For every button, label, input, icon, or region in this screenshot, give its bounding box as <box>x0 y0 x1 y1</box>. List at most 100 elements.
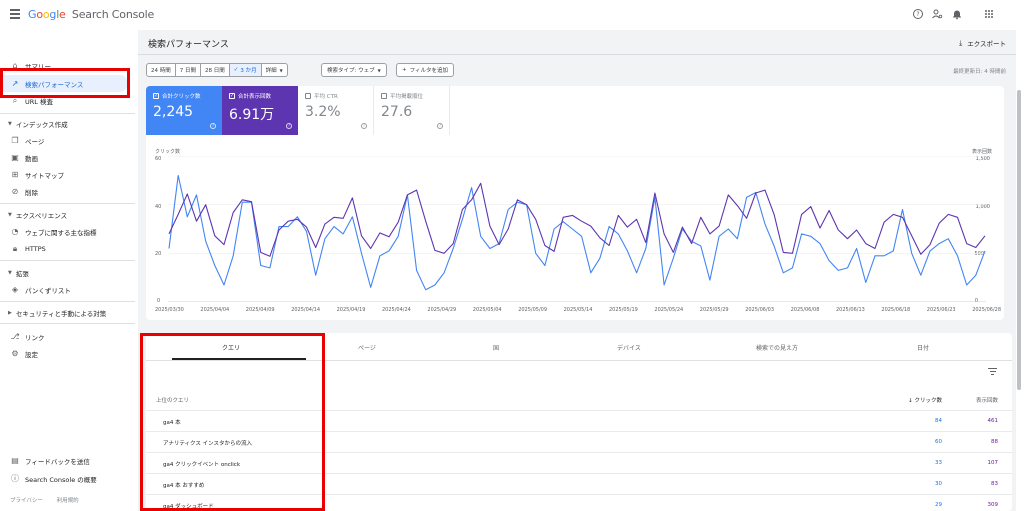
metric-total-impressions[interactable]: ✓ 合計表示回数 6.91万 ? <box>222 86 298 135</box>
sidebar-item-removals[interactable]: ⊘ 削除 <box>0 183 135 200</box>
x-tick-label: 2025/05/19 <box>609 307 638 313</box>
section-indexing[interactable]: ▼ インデックス作成 <box>0 119 68 129</box>
clicks-series-line[interactable] <box>168 174 986 291</box>
section-title: 拡張 <box>15 270 29 278</box>
account-settings-icon[interactable] <box>931 8 943 20</box>
date-range-custom[interactable]: 詳細 ▼ <box>261 63 288 77</box>
row-clicks: 84 <box>935 418 942 424</box>
sidebar-item-links[interactable]: ⎇ リンク <box>0 328 135 345</box>
section-title: インデックス作成 <box>15 121 68 129</box>
privacy-link[interactable]: プライバシー <box>10 498 43 504</box>
sidebar-item-label: Search Console の概要 <box>25 475 97 484</box>
video-icon: ▣ <box>11 153 19 162</box>
sidebar-item-video[interactable]: ▣ 動画 <box>0 149 135 166</box>
sidebar-item-label: 削除 <box>25 188 38 197</box>
divider <box>0 323 135 324</box>
sidebar-item-pages[interactable]: ❐ ページ <box>0 132 135 149</box>
metric-value: 3.2% <box>305 104 341 120</box>
x-tick-label: 2025/06/18 <box>881 307 911 313</box>
divider <box>0 301 135 302</box>
page-scrollbar[interactable] <box>1017 90 1021 390</box>
checkbox-checked-icon: ✓ <box>153 93 159 99</box>
sidebar-item-about[interactable]: ⓘ Search Console の概要 <box>0 470 135 487</box>
apps-grid-icon[interactable] <box>983 8 995 20</box>
metric-total-clicks[interactable]: ✓ 合計クリック数 2,245 ? <box>146 86 222 135</box>
metric-average-position[interactable]: 平均掲載順位 27.6 ? <box>374 86 450 135</box>
x-tick-label: 2025/05/09 <box>518 307 548 313</box>
logo-product: Search Console <box>71 8 155 21</box>
feedback-icon: ▤ <box>11 456 19 465</box>
date-range-24h[interactable]: 24 時間 <box>146 63 176 77</box>
tab-page[interactable]: ページ <box>358 343 376 352</box>
left-tick: 20 <box>155 251 162 257</box>
notifications-icon[interactable] <box>951 8 963 20</box>
sidebar-item-feedback[interactable]: ▤ フィードバックを送信 <box>0 452 135 469</box>
sidebar-item-breadcrumbs[interactable]: ◈ パンくずリスト <box>0 281 135 298</box>
performance-chart-card: ✓ 合計クリック数 2,245 ? ✓ 合計表示回数 6.91万 ? 平均 CTR … <box>146 86 1004 320</box>
plus-icon: + <box>402 67 407 73</box>
menu-icon[interactable] <box>10 9 20 19</box>
x-tick-label: 2025/03/30 <box>155 307 184 313</box>
performance-line-chart[interactable] <box>168 156 986 302</box>
sidebar-item-sitemaps[interactable]: ⊞ サイトマップ <box>0 166 135 183</box>
column-header-impressions[interactable]: 表示回数 <box>976 396 998 404</box>
filter-rows-icon[interactable] <box>988 368 997 375</box>
x-tick-label: 2025/04/14 <box>291 307 321 313</box>
section-enhancements[interactable]: ▼ 拡張 <box>0 268 29 278</box>
download-icon: ⤓ <box>959 38 963 47</box>
section-experience[interactable]: ▼ エクスペリエンス <box>0 210 67 220</box>
row-clicks: 29 <box>935 502 942 508</box>
section-security[interactable]: ▶ セキュリティと手動による対策 <box>0 308 106 318</box>
help-icon[interactable]: ? <box>437 123 443 129</box>
sidebar-item-settings[interactable]: ⚙ 設定 <box>0 345 135 362</box>
x-tick-label: 2025/06/13 <box>836 307 865 313</box>
x-tick-label: 2025/06/08 <box>790 307 820 313</box>
search-type-label: 検索タイプ: ウェブ <box>327 68 375 74</box>
tab-device[interactable]: デバイス <box>617 343 641 352</box>
help-icon[interactable]: ? <box>361 123 367 129</box>
date-range-3m[interactable]: ✓ 3 か月 <box>229 63 262 77</box>
date-range-7d[interactable]: 7 日間 <box>175 63 201 77</box>
tab-search-appearance[interactable]: 検索での見え方 <box>756 343 798 352</box>
impressions-series-line[interactable] <box>168 182 986 257</box>
collapse-triangle-icon: ▼ <box>8 212 12 218</box>
sidebar-item-label: パンくずリスト <box>25 286 71 295</box>
column-header-clicks[interactable]: ↓ クリック数 <box>908 396 942 404</box>
sitemap-icon: ⊞ <box>11 170 19 179</box>
metric-label: 平均掲載順位 <box>390 94 424 100</box>
app-logo[interactable]: Google Search Console <box>28 8 154 21</box>
tab-country[interactable]: 国 <box>493 343 499 352</box>
svg-text:?: ? <box>916 11 919 18</box>
help-icon[interactable]: ? <box>286 123 292 129</box>
search-type-filter[interactable]: 検索タイプ: ウェブ ▼ <box>321 63 387 77</box>
sidebar-item-label: ウェブに関する主な指標 <box>25 228 97 237</box>
section-title: セキュリティと手動による対策 <box>15 310 107 318</box>
layers-icon: ◈ <box>11 285 19 294</box>
export-button[interactable]: ⤓ エクスポート <box>959 38 1006 49</box>
legal-links: プライバシー 利用規約 <box>10 496 91 504</box>
help-icon[interactable]: ? <box>210 123 216 129</box>
left-tick: 60 <box>155 156 162 162</box>
terms-link[interactable]: 利用規約 <box>57 498 79 504</box>
column-header-label: クリック数 <box>914 398 942 404</box>
sidebar-item-https[interactable]: 🔒︎ HTTPS <box>0 240 135 257</box>
row-clicks: 33 <box>935 460 942 466</box>
dropdown-arrow-icon: ▼ <box>279 67 283 73</box>
sidebar-item-core-web-vitals[interactable]: ◔ ウェブに関する主な指標 <box>0 223 135 240</box>
date-range-28d[interactable]: 28 日間 <box>201 63 230 77</box>
highlight-box-query-column <box>140 333 325 511</box>
tab-date[interactable]: 日付 <box>917 343 929 352</box>
divider <box>0 203 135 204</box>
add-filter-button[interactable]: + フィルタを追加 <box>396 63 454 77</box>
help-icon[interactable]: ? <box>912 8 924 20</box>
sidebar-item-label: 動画 <box>25 154 38 163</box>
metric-average-ctr[interactable]: 平均 CTR 3.2% ? <box>298 86 374 135</box>
x-tick-label: 2025/06/23 <box>926 307 956 313</box>
dropdown-arrow-icon: ▼ <box>377 67 381 73</box>
metric-value: 27.6 <box>381 104 413 120</box>
sidebar-item-label: リンク <box>25 333 45 342</box>
row-clicks: 30 <box>935 481 942 487</box>
x-tick-label: 2025/04/24 <box>382 307 411 313</box>
sidebar-item-label: サイトマップ <box>25 171 64 180</box>
export-label: エクスポート <box>967 40 1006 48</box>
